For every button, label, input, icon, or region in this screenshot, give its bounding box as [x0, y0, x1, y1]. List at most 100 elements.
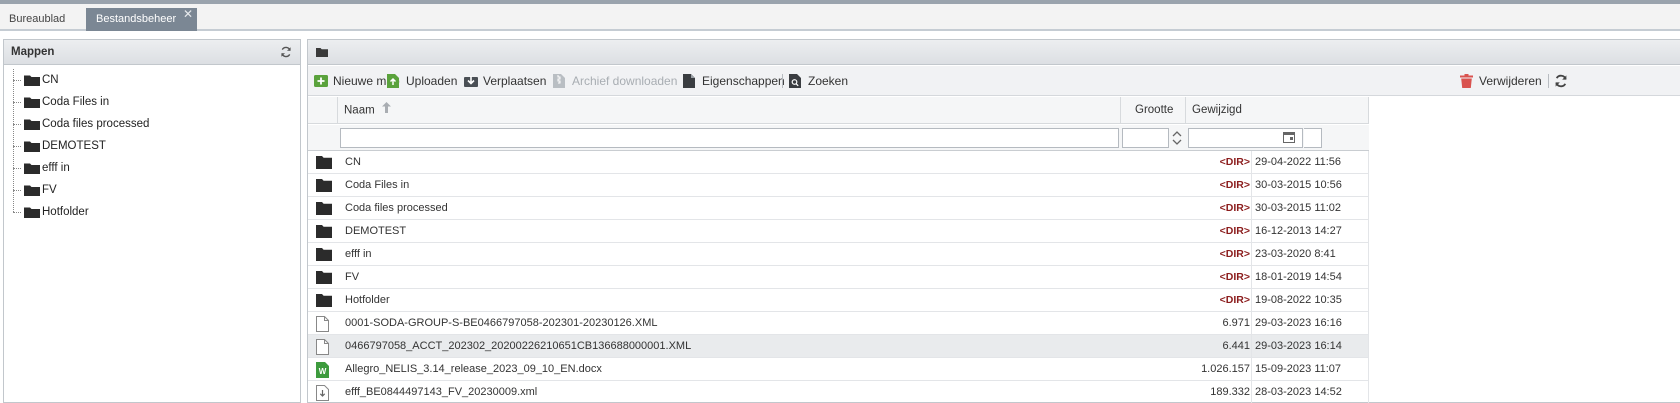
folder-tree-item[interactable]: efff in [4, 157, 300, 179]
column-divider [1368, 381, 1369, 403]
folder-icon [316, 47, 328, 60]
file-icon [316, 339, 332, 355]
tab-bestandsbeheer[interactable]: Bestandsbeheer ✕ [86, 7, 197, 31]
folder-tree-item[interactable]: Hotfolder [4, 201, 300, 223]
column-divider [1368, 197, 1369, 219]
row-name: efff_BE0844497143_FV_20230009.xml [345, 386, 538, 398]
size-filter-input[interactable] [1122, 128, 1169, 148]
svg-text:W: W [319, 367, 327, 376]
word-document-icon: W [316, 362, 332, 378]
row-modified: 16-12-2013 14:27 [1255, 225, 1342, 237]
folder-tree-item[interactable]: DEMOTEST [4, 135, 300, 157]
folder-icon [316, 270, 332, 286]
column-divider [1368, 266, 1369, 288]
folder-icon [24, 162, 40, 174]
column-divider [1251, 312, 1252, 334]
table-row[interactable]: Hotfolder <DIR> 19-08-2022 10:35 [308, 289, 1369, 312]
upload-button[interactable]: Uploaden [387, 73, 457, 89]
close-icon[interactable]: ✕ [183, 3, 193, 26]
folder-tree-item[interactable]: Coda files processed [4, 113, 300, 135]
refresh-grid-button[interactable] [1554, 73, 1573, 89]
toolbar-divider [1548, 74, 1549, 88]
row-name: Hotfolder [345, 294, 390, 306]
archive-download-label: Archief downloaden [572, 74, 678, 88]
delete-button[interactable]: Verwijderen [1460, 73, 1542, 89]
folder-icon [316, 247, 332, 263]
folders-panel: Mappen CN Coda Files in Coda files process… [3, 39, 301, 403]
row-size: <DIR> [1219, 225, 1250, 237]
folder-tree-item[interactable]: CN [4, 69, 300, 91]
table-row[interactable]: 0466797058_ACCT_202302_20200226210651CB1… [308, 335, 1369, 358]
tree-connector [13, 146, 21, 147]
move-button[interactable]: Verplaatsen [464, 73, 546, 89]
row-name: DEMOTEST [345, 225, 407, 237]
table-row[interactable]: FV <DIR> 18-01-2019 14:54 [308, 266, 1369, 289]
xml-file-icon [316, 385, 332, 401]
sort-up-icon [381, 97, 391, 124]
properties-button[interactable]: Eigenschappen [683, 73, 785, 89]
folder-tree-label: CN [42, 74, 59, 86]
column-divider [1251, 289, 1252, 311]
search-button[interactable]: Zoeken [789, 73, 848, 89]
row-size: <DIR> [1219, 179, 1250, 191]
toolbar: Nieuwe map Uploaden Verplaatsen Archief … [308, 66, 1680, 96]
row-size: 6.971 [1222, 317, 1250, 329]
name-filter-input[interactable] [340, 128, 1119, 148]
row-name: 0466797058_ACCT_202302_20200226210651CB1… [345, 340, 692, 352]
stepper-icon[interactable] [1171, 130, 1183, 149]
folder-icon [316, 293, 332, 309]
column-divider [1368, 220, 1369, 242]
tab-strip: Bureaublad Bestandsbeheer ✕ [0, 0, 1680, 31]
row-modified: 29-04-2022 11:56 [1255, 156, 1342, 168]
table-row[interactable]: CN <DIR> 29-04-2022 11:56 [308, 151, 1369, 174]
folder-tree-label: Hotfolder [42, 206, 89, 218]
column-divider [1251, 151, 1252, 173]
tab-bureaublad[interactable]: Bureaublad [0, 8, 74, 31]
toolbar-divider [782, 74, 783, 88]
tree-connector [13, 124, 21, 125]
tree-connector [13, 168, 21, 169]
folder-icon [24, 118, 40, 130]
tab-label: Bestandsbeheer [96, 13, 177, 25]
folders-panel-title: Mappen [11, 46, 55, 58]
row-modified: 23-03-2020 8:41 [1255, 248, 1336, 260]
folder-tree-label: DEMOTEST [42, 140, 106, 152]
column-modified-label: Gewijzigd [1192, 104, 1242, 116]
archive-download-button[interactable]: Archief downloaden [553, 73, 677, 89]
table-row[interactable]: efff_BE0844497143_FV_20230009.xml 189.332… [308, 381, 1369, 403]
date-picker-button[interactable] [1304, 128, 1322, 148]
column-divider [1368, 174, 1369, 196]
add-folder-icon [314, 74, 328, 88]
tree-connector [13, 102, 21, 103]
folder-tree: CN Coda Files in Coda files processed DEMOT… [4, 65, 300, 223]
table-row[interactable]: efff in <DIR> 23-03-2020 8:41 [308, 243, 1369, 266]
tree-connector [13, 212, 21, 213]
column-divider [1251, 335, 1252, 357]
column-divider [1251, 197, 1252, 219]
search-document-icon [789, 74, 803, 88]
refresh-icon[interactable] [280, 46, 292, 58]
calendar-icon[interactable] [1283, 132, 1295, 146]
folders-panel-header: Mappen [4, 40, 300, 65]
column-divider [1368, 243, 1369, 265]
row-name: 0001-SODA-GROUP-S-BE0466797058-202301-20… [345, 317, 658, 329]
column-header-name[interactable]: Naam [337, 97, 1120, 124]
column-size-label: Grootte [1135, 104, 1174, 116]
download-box-icon [464, 74, 478, 88]
table-row[interactable]: W Allegro_NELIS_3.14_release_2023_09_10_E… [308, 358, 1369, 381]
row-name: Coda Files in [345, 179, 410, 191]
table-row[interactable]: 0001-SODA-GROUP-S-BE0466797058-202301-20… [308, 312, 1369, 335]
column-header-modified[interactable]: Gewijzigd [1185, 97, 1369, 124]
tree-connector [13, 190, 21, 191]
folder-icon [316, 178, 332, 194]
table-row[interactable]: Coda Files in <DIR> 30-03-2015 10:56 [308, 174, 1369, 197]
row-modified: 30-03-2015 11:02 [1255, 202, 1342, 214]
folder-tree-item[interactable]: FV [4, 179, 300, 201]
column-header-size[interactable]: Grootte [1120, 97, 1185, 124]
folder-tree-item[interactable]: Coda Files in [4, 91, 300, 113]
table-row[interactable]: Coda files processed <DIR> 30-03-2015 11:0… [308, 197, 1369, 220]
table-row[interactable]: DEMOTEST <DIR> 16-12-2013 14:27 [308, 220, 1369, 243]
column-divider [1251, 381, 1252, 403]
grid-header: Naam Grootte Gewijzigd [308, 97, 1369, 124]
archive-icon [553, 74, 567, 88]
